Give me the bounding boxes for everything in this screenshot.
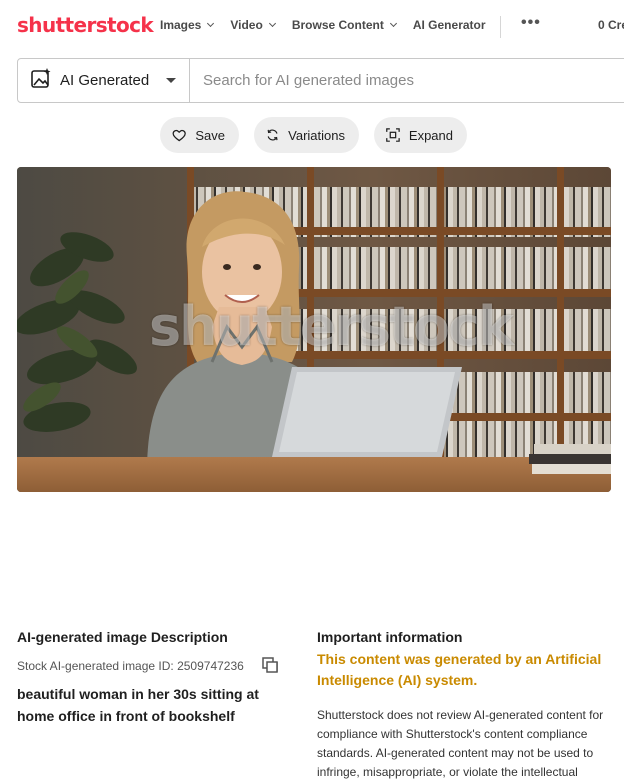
caret-down-icon <box>166 78 176 83</box>
shelf-post <box>557 167 564 457</box>
nav-video-label: Video <box>230 18 263 32</box>
nav-images-label: Images <box>160 18 202 32</box>
nav-ai-generator-label: AI Generator <box>412 18 486 32</box>
expand-button[interactable]: Expand <box>374 117 467 153</box>
ai-image-icon <box>30 67 52 94</box>
nav-divider <box>500 16 501 38</box>
variations-button[interactable]: Variations <box>254 117 359 153</box>
nav-ai-generator[interactable]: AI Generator <box>413 18 486 32</box>
expand-label: Expand <box>408 127 453 143</box>
content-type-select[interactable]: AI Generated <box>18 59 190 102</box>
image-watermark: shutterstock <box>149 295 514 358</box>
compliance-notice-text: Shutterstock does not review AI-generate… <box>317 708 604 779</box>
description-heading: AI-generated image Description <box>17 629 228 645</box>
chevron-down-icon <box>389 19 397 28</box>
site-header: shutterstock Images Video Browse Content… <box>0 0 624 52</box>
nav-images[interactable]: Images <box>160 18 215 32</box>
important-info-heading: Important information <box>317 629 463 645</box>
save-label: Save <box>195 127 225 143</box>
main-nav: Images Video Browse Content AI Generator <box>160 18 503 32</box>
desk-graphic <box>17 457 611 492</box>
main-preview-image[interactable]: shutterstock <box>17 167 611 492</box>
image-title: beautiful woman in her 30s sitting at ho… <box>17 686 259 724</box>
nav-browse-content-label: Browse Content <box>291 18 384 32</box>
laptop-graphic <box>257 367 472 472</box>
more-menu-button[interactable]: ••• <box>521 14 541 32</box>
copy-icon[interactable] <box>262 657 279 679</box>
ai-notice-text: This content was generated by an Artific… <box>317 651 602 688</box>
content-type-label: AI Generated <box>60 72 150 89</box>
chevron-down-icon <box>268 19 276 28</box>
stacked-books-graphic <box>529 444 611 474</box>
search-input[interactable] <box>191 59 624 102</box>
nav-browse-content[interactable]: Browse Content <box>291 18 397 32</box>
shutterstock-logo[interactable]: shutterstock <box>17 13 154 37</box>
search-bar: AI Generated <box>17 58 624 103</box>
expand-icon <box>386 128 400 142</box>
credits-link[interactable]: 0 Cre <box>598 18 624 32</box>
heart-icon <box>172 129 186 141</box>
save-button[interactable]: Save <box>160 117 239 153</box>
variations-label: Variations <box>288 127 345 143</box>
nav-video[interactable]: Video <box>230 18 276 32</box>
refresh-icon <box>267 129 278 141</box>
stock-id-row: Stock AI-generated image ID: 2509747236 <box>17 657 279 675</box>
stock-id-text: Stock AI-generated image ID: 2509747236 <box>17 659 244 673</box>
chevron-down-icon <box>207 19 215 28</box>
